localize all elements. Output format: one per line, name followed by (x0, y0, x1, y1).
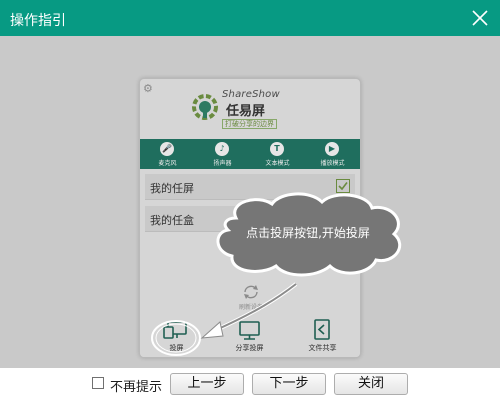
mode-bar: 🎤 麦克风 ♪ 扬声器 T 文本模式 ▶ 播放模式 (140, 139, 360, 169)
device-label: 我的任盒 (150, 214, 194, 227)
play-icon: ▶ (325, 142, 339, 156)
refresh-label: 刷新设备 (238, 304, 263, 311)
close-guide-button[interactable]: 关闭 (334, 373, 408, 395)
refresh-icon (244, 285, 258, 299)
guide-content: ⚙ ShareShow 任易屏 打破分享的边界 🎤 麦克风 ♪ 扬声器 T 文本 (0, 36, 500, 368)
close-button[interactable] (466, 4, 494, 32)
refresh-devices-button[interactable]: 刷新设备 (231, 282, 271, 316)
tab-label: 投屏 (169, 344, 184, 352)
tab-label: 分享投屏 (235, 344, 264, 352)
guide-speech-bubble: 点击投屏按钮,开始投屏 (210, 192, 406, 278)
file-share-icon (314, 319, 330, 340)
mode-label: 扬声器 (213, 160, 232, 167)
app-logo: ShareShow 任易屏 打破分享的边界 (190, 89, 310, 135)
brand-name-cn: 任易屏 (226, 104, 266, 119)
prev-button[interactable]: 上一步 (170, 373, 244, 395)
tab-label: 文件共享 (308, 344, 337, 352)
next-button[interactable]: 下一步 (252, 373, 326, 395)
bottom-tab-bar: 投屏 分享投屏 文件共享 (140, 317, 360, 357)
device-label: 我的任屏 (150, 182, 194, 195)
cast-icon (163, 321, 187, 339)
brand-name-en: ShareShow (222, 89, 280, 100)
tab-file-share[interactable]: 文件共享 (286, 317, 359, 357)
mode-label: 麦克风 (158, 160, 177, 167)
dont-show-label: 不再提示 (110, 380, 163, 395)
tab-cast[interactable]: 投屏 (140, 317, 213, 357)
mode-label: 播放模式 (320, 160, 345, 167)
shareshow-logo-icon (192, 94, 218, 120)
title-bar: 操作指引 (0, 0, 500, 36)
window-title: 操作指引 (10, 13, 66, 29)
footer-bar: 不再提示 上一步 下一步 关闭 (0, 368, 500, 400)
mode-label: 文本模式 (265, 160, 290, 167)
close-icon (472, 10, 488, 26)
mode-speaker[interactable]: ♪ 扬声器 (195, 139, 250, 169)
tab-share-cast[interactable]: 分享投屏 (213, 317, 286, 357)
checked-icon (336, 179, 350, 193)
speaker-icon: ♪ (215, 142, 229, 156)
settings-gear-icon: ⚙ (143, 82, 153, 95)
guide-instruction-text: 点击投屏按钮,开始投屏 (246, 226, 370, 240)
share-cast-icon (239, 321, 260, 340)
mode-microphone[interactable]: 🎤 麦克风 (140, 139, 195, 169)
mode-play[interactable]: ▶ 播放模式 (305, 139, 360, 169)
text-icon: T (270, 142, 284, 156)
brand-tagline: 打破分享的边界 (222, 119, 277, 129)
dont-show-checkbox[interactable] (92, 377, 104, 389)
mode-text[interactable]: T 文本模式 (250, 139, 305, 169)
microphone-icon: 🎤 (160, 142, 174, 156)
